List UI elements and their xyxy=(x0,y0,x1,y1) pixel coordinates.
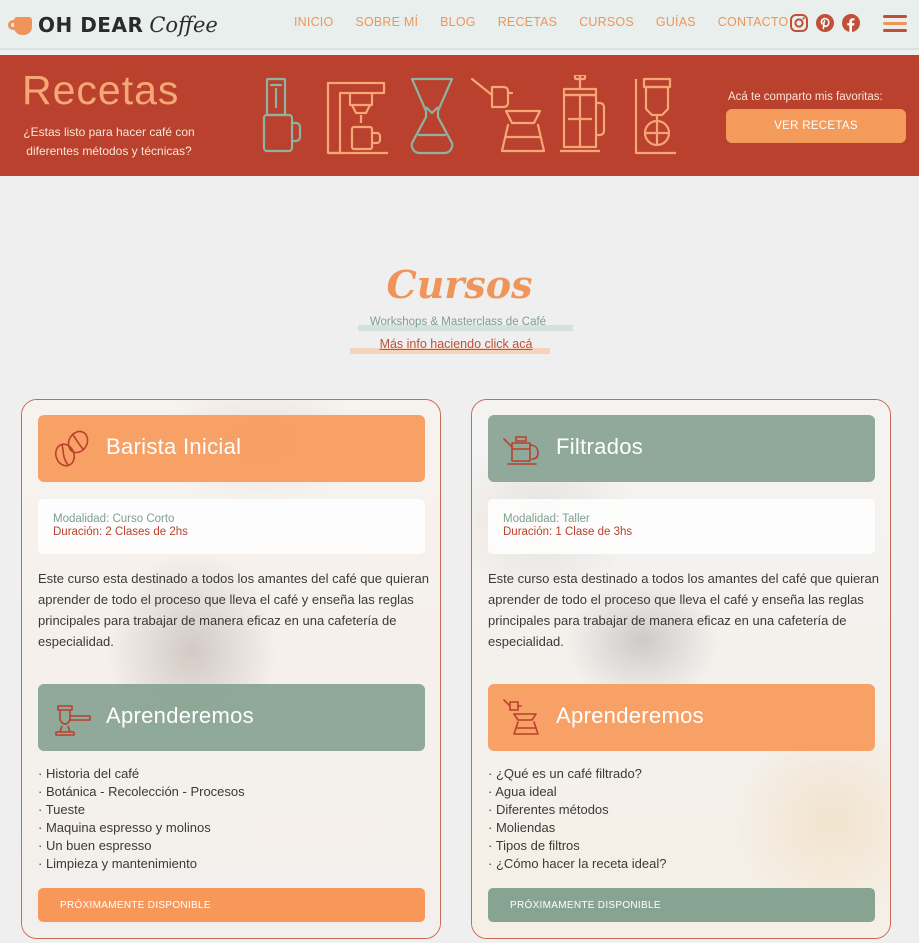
pinterest-icon[interactable] xyxy=(815,13,835,33)
learn-title: Aprenderemos xyxy=(106,703,254,728)
espresso-machine-icon xyxy=(326,81,388,155)
kettle-icon xyxy=(502,429,542,469)
top-navigation: OH DEAR Coffee INICIO SOBRE MÍ BLOG RECE… xyxy=(0,0,919,50)
learn-title-bar: Aprenderemos xyxy=(38,684,425,751)
list-item: · ¿Qué es un café filtrado? xyxy=(488,766,642,781)
recetas-banner: Recetas ¿Estas listo para hacer café con… xyxy=(0,55,919,176)
coming-soon-button[interactable]: PRÓXIMAMENTE DISPONIBLE xyxy=(38,888,425,922)
siphon-icon xyxy=(634,77,676,155)
menu-item-recetas[interactable]: RECETAS xyxy=(498,15,558,29)
course-card-filtrados: Filtrados Modalidad: Taller Duración: 1 … xyxy=(471,399,891,939)
course-title-bar: Barista Inicial xyxy=(38,415,425,482)
chemex-icon xyxy=(410,77,454,155)
banner-title: Recetas xyxy=(22,67,180,113)
list-item: · Moliendas xyxy=(488,820,556,835)
list-item: · Diferentes métodos xyxy=(488,802,609,817)
cursos-subtitle-text: Workshops & Masterclass de Café xyxy=(369,316,547,328)
course-title: Barista Inicial xyxy=(106,434,242,459)
learn-list: · ¿Qué es un café filtrado? · Agua ideal… xyxy=(488,765,875,873)
menu-item-contacto[interactable]: CONTACTO xyxy=(718,15,789,29)
list-item: · ¿Cómo hacer la receta ideal? xyxy=(488,856,667,871)
menu-item-sobre-mi[interactable]: SOBRE MÍ xyxy=(355,15,418,29)
site-logo[interactable]: OH DEAR Coffee xyxy=(8,8,218,42)
list-item: · Tueste xyxy=(38,802,85,817)
course-info-box: Modalidad: Curso Corto Duración: 2 Clase… xyxy=(38,499,425,554)
course-duracion: Duración: 2 Clases de 2hs xyxy=(53,526,188,538)
french-press-icon xyxy=(560,73,606,153)
list-item: · Un buen espresso xyxy=(38,838,152,853)
list-item: · Botánica - Recolección - Procesos xyxy=(38,784,245,799)
logo-text: OH DEAR xyxy=(38,13,144,37)
pour-over-icon xyxy=(502,698,542,738)
list-item: · Tipos de filtros xyxy=(488,838,580,853)
aeropress-icon xyxy=(262,77,302,153)
banner-favorites-text: Acá te comparto mis favoritas: xyxy=(728,91,883,103)
portafilter-icon xyxy=(52,698,92,738)
course-info-box: Modalidad: Taller Duración: 1 Clase de 3… xyxy=(488,499,875,554)
learn-list: · Historia del café · Botánica - Recolec… xyxy=(38,765,425,873)
list-item: · Limpieza y mantenimiento xyxy=(38,856,197,871)
ver-recetas-button[interactable]: VER RECETAS xyxy=(726,109,906,143)
pour-over-kettle-icon xyxy=(470,77,546,153)
instagram-icon[interactable] xyxy=(789,13,809,33)
menu-item-guias[interactable]: GUÍAS xyxy=(656,15,696,29)
course-modalidad: Modalidad: Taller xyxy=(503,513,590,525)
coffee-beans-icon xyxy=(52,429,92,469)
course-card-barista: Barista Inicial Modalidad: Curso Corto D… xyxy=(21,399,441,939)
facebook-icon[interactable] xyxy=(841,13,861,33)
hamburger-menu-icon[interactable] xyxy=(883,15,907,33)
coming-soon-button[interactable]: PRÓXIMAMENTE DISPONIBLE xyxy=(488,888,875,922)
logo-script: Coffee xyxy=(149,13,218,37)
course-title-bar: Filtrados xyxy=(488,415,875,482)
cursos-info-link[interactable]: Más info haciendo click acá xyxy=(350,337,550,354)
main-menu: INICIO SOBRE MÍ BLOG RECETAS CURSOS GUÍA… xyxy=(294,15,810,29)
course-description: Este curso esta destinado a todos los am… xyxy=(488,571,879,649)
cursos-info-link-text[interactable]: Más info haciendo click acá xyxy=(350,337,562,351)
learn-title: Aprenderemos xyxy=(556,703,704,728)
course-title: Filtrados xyxy=(556,434,644,459)
banner-subtitle: ¿Estas listo para hacer café con diferen… xyxy=(23,125,195,158)
menu-item-blog[interactable]: BLOG xyxy=(440,15,476,29)
cursos-title: Cursos xyxy=(386,262,533,307)
course-duracion: Duración: 1 Clase de 3hs xyxy=(503,526,633,538)
menu-item-inicio[interactable]: INICIO xyxy=(294,15,333,29)
learn-title-bar: Aprenderemos xyxy=(488,684,875,751)
brew-methods-icons xyxy=(258,73,688,161)
social-links xyxy=(789,13,861,33)
list-item: · Agua ideal xyxy=(488,784,557,799)
cursos-subtitle: Workshops & Masterclass de Café xyxy=(358,316,573,331)
list-item: · Historia del café xyxy=(38,766,140,781)
menu-item-cursos[interactable]: CURSOS xyxy=(579,15,634,29)
course-description: Este curso esta destinado a todos los am… xyxy=(38,571,429,649)
course-modalidad: Modalidad: Curso Corto xyxy=(53,513,175,525)
coffee-cup-icon xyxy=(8,14,34,36)
list-item: · Maquina espresso y molinos xyxy=(38,820,211,835)
